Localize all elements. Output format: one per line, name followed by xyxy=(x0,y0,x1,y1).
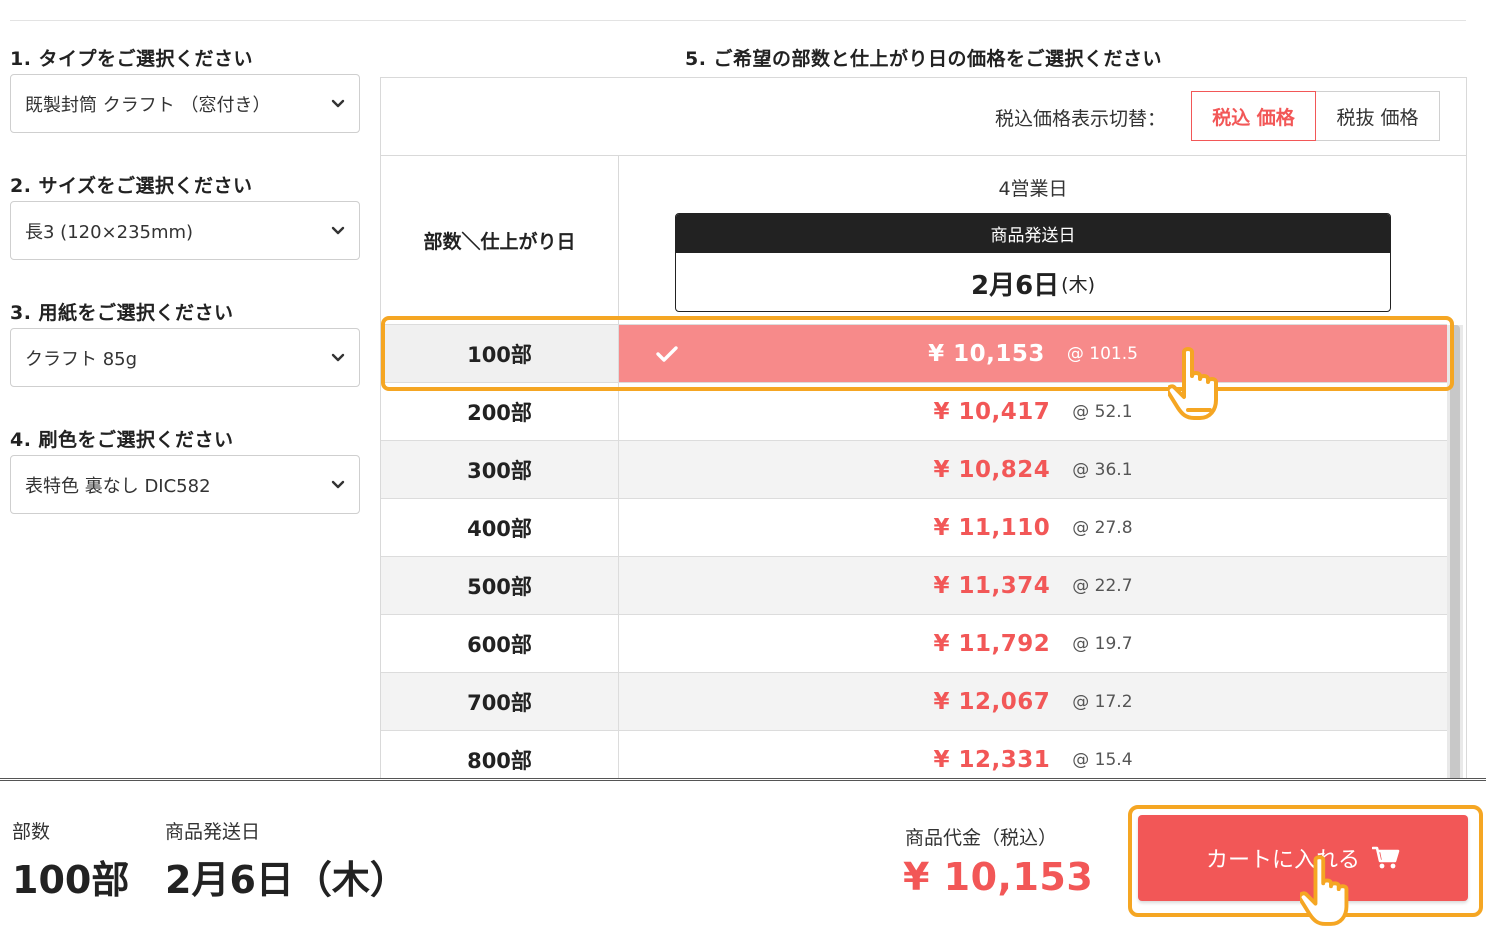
summary-total: ¥ 10,153 xyxy=(903,855,1094,899)
step-2-label: 2. サイズをご選択ください xyxy=(10,175,253,197)
order-summary-bar: 部数 100部 商品発送日 2月6日（木） 商品代金（税込） ¥ 10,153 … xyxy=(0,778,1486,930)
check-icon xyxy=(656,345,678,362)
row-price: ¥ 11,110 xyxy=(933,514,1051,541)
row-price: ¥ 11,374 xyxy=(933,572,1051,599)
row-price-cell[interactable]: ¥ 12,331 @ 15.4 xyxy=(619,731,1447,782)
chevron-down-icon xyxy=(331,353,345,361)
row-qty: 100部 xyxy=(381,325,619,382)
table-row: 600部 ¥ 11,792 @ 19.7 xyxy=(381,614,1447,672)
row-unit-price: @ 22.7 xyxy=(1072,575,1133,596)
chevron-down-icon xyxy=(331,99,345,107)
table-scrollbar[interactable] xyxy=(1447,325,1463,782)
table-header: 部数＼仕上がり日 4営業日 商品発送日 2月6日 (木) xyxy=(381,156,1447,324)
row-unit-price: @ 36.1 xyxy=(1072,459,1133,480)
row-qty: 200部 xyxy=(381,383,619,440)
row-price-cell[interactable]: ¥ 11,374 @ 22.7 xyxy=(619,557,1447,614)
row-unit-price: @ 15.4 xyxy=(1072,749,1133,770)
top-divider xyxy=(10,20,1466,21)
option-selectors: 1. タイプをご選択ください 既製封筒 クラフト （窓付き） 2. サイズをご選… xyxy=(10,44,360,552)
row-price-cell[interactable]: ¥ 11,792 @ 19.7 xyxy=(619,615,1447,672)
row-price-cell[interactable]: ¥ 11,110 @ 27.8 xyxy=(619,499,1447,556)
ship-date-dow: (木) xyxy=(1061,273,1095,296)
row-qty: 700部 xyxy=(381,673,619,730)
summary-qty: 100部 xyxy=(12,858,130,902)
size-select-value: 長3 (120×235mm) xyxy=(25,221,194,243)
tax-included-button[interactable]: 税込 価格 xyxy=(1191,91,1316,141)
table-row: 300部 ¥ 10,824 @ 36.1 xyxy=(381,440,1447,498)
row-price-cell[interactable]: ¥ 10,153 @ 101.5 xyxy=(619,325,1447,382)
tax-toggle-row: 税込価格表示切替： 税込 価格 税抜 価格 xyxy=(381,78,1466,156)
row-price: ¥ 12,331 xyxy=(933,746,1051,773)
tax-excluded-button[interactable]: 税抜 価格 xyxy=(1316,91,1440,141)
row-qty: 300部 xyxy=(381,441,619,498)
row-price: ¥ 11,792 xyxy=(933,630,1051,657)
paper-select[interactable]: クラフト 85g xyxy=(10,328,360,387)
step-3-label: 3. 用紙をご選択ください xyxy=(10,302,234,324)
add-to-cart-button[interactable]: カートに入れる xyxy=(1138,815,1468,901)
row-unit-price: @ 52.1 xyxy=(1072,401,1133,422)
header-qty-by-date: 部数＼仕上がり日 xyxy=(381,156,619,324)
ship-date-day: 2月6日 xyxy=(970,270,1060,301)
row-price-cell[interactable]: ¥ 12,067 @ 17.2 xyxy=(619,673,1447,730)
summary-qty-label: 部数 xyxy=(12,821,51,843)
summary-ship-date: 2月6日（木） xyxy=(165,858,408,902)
step-4-label: 4. 刷色をご選択ください xyxy=(10,429,234,451)
ship-date-box: 商品発送日 2月6日 (木) xyxy=(675,213,1391,312)
row-price: ¥ 10,417 xyxy=(933,398,1051,425)
print-color-select-value: 表特色 裏なし DIC582 xyxy=(25,475,211,497)
type-select-value: 既製封筒 クラフト （窓付き） xyxy=(25,94,271,116)
row-price-cell[interactable]: ¥ 10,417 @ 52.1 xyxy=(619,383,1447,440)
scrollbar-thumb[interactable] xyxy=(1450,325,1460,782)
table-row: 400部 ¥ 11,110 @ 27.8 xyxy=(381,498,1447,556)
summary-total-label: 商品代金（税込） xyxy=(905,827,1058,849)
add-to-cart-label: カートに入れる xyxy=(1205,848,1360,873)
table-row: 700部 ¥ 12,067 @ 17.2 xyxy=(381,672,1447,730)
row-price: ¥ 10,824 xyxy=(933,456,1051,483)
row-qty: 600部 xyxy=(381,615,619,672)
row-price: ¥ 10,153 xyxy=(928,340,1045,367)
row-unit-price: @ 19.7 xyxy=(1072,633,1133,654)
cart-icon xyxy=(1372,846,1400,869)
paper-select-value: クラフト 85g xyxy=(25,348,138,370)
ship-date-label: 商品発送日 xyxy=(676,214,1390,253)
table-row: 500部 ¥ 11,374 @ 22.7 xyxy=(381,556,1447,614)
price-table-panel: 税込価格表示切替： 税込 価格 税抜 価格 部数＼仕上がり日 4営業日 商品発送… xyxy=(380,77,1467,782)
row-qty: 800部 xyxy=(381,731,619,782)
table-row: 100部 ¥ 10,153 @ 101.5 xyxy=(381,324,1447,382)
table-row: 200部 ¥ 10,417 @ 52.1 xyxy=(381,382,1447,440)
table-row: 800部 ¥ 12,331 @ 15.4 xyxy=(381,730,1447,782)
row-unit-price: @ 17.2 xyxy=(1072,691,1133,712)
chevron-down-icon xyxy=(331,480,345,488)
header-date-column: 4営業日 商品発送日 2月6日 (木) xyxy=(619,156,1447,324)
business-days: 4営業日 xyxy=(998,178,1068,200)
tax-toggle: 税込 価格 税抜 価格 xyxy=(1191,91,1440,141)
row-price: ¥ 12,067 xyxy=(933,688,1051,715)
summary-ship-label: 商品発送日 xyxy=(165,821,261,843)
step-1-label: 1. タイプをご選択ください xyxy=(10,48,254,70)
ship-date-value: 2月6日 (木) xyxy=(676,253,1390,311)
row-qty: 400部 xyxy=(381,499,619,556)
row-price-cell[interactable]: ¥ 10,824 @ 36.1 xyxy=(619,441,1447,498)
row-unit-price: @ 27.8 xyxy=(1072,517,1133,538)
price-rows: 100部 ¥ 10,153 @ 101.5 200部 ¥ 10,417 @ 52… xyxy=(381,324,1447,782)
tax-toggle-label: 税込価格表示切替： xyxy=(994,108,1166,130)
chevron-down-icon xyxy=(331,226,345,234)
row-unit-price: @ 101.5 xyxy=(1066,343,1138,364)
type-select[interactable]: 既製封筒 クラフト （窓付き） xyxy=(10,74,360,133)
price-table-title: 5. ご希望の部数と仕上がり日の価格をご選択ください xyxy=(684,48,1163,70)
row-qty: 500部 xyxy=(381,557,619,614)
print-color-select[interactable]: 表特色 裏なし DIC582 xyxy=(10,455,360,514)
size-select[interactable]: 長3 (120×235mm) xyxy=(10,201,360,260)
